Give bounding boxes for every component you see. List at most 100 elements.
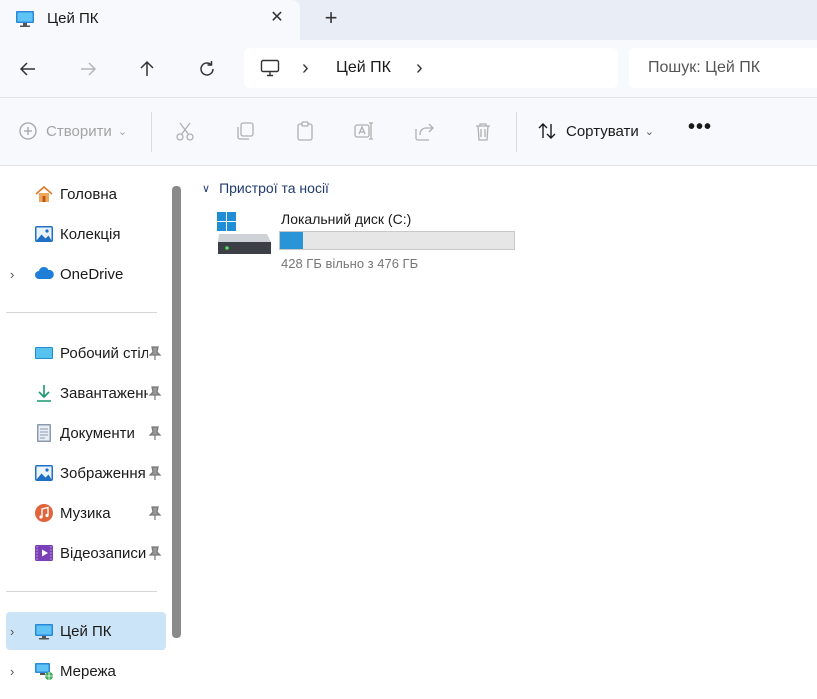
- rename-icon: [354, 122, 373, 140]
- arrow-left-icon: [19, 62, 35, 76]
- search-input[interactable]: Пошук: Цей ПК: [629, 48, 817, 88]
- sidebar-item-label: Завантаження: [60, 385, 148, 402]
- paste-button[interactable]: [293, 119, 317, 143]
- sidebar-item-gallery[interactable]: Колекція: [6, 215, 166, 253]
- drive-name: Локальний диск (C:): [281, 211, 412, 227]
- pin-icon[interactable]: [148, 345, 162, 361]
- sidebar-item-label: Документи: [60, 425, 135, 442]
- sidebar-item-music[interactable]: Музика: [6, 494, 166, 532]
- divider: [516, 112, 517, 152]
- delete-button[interactable]: [471, 119, 495, 143]
- share-icon: [415, 123, 434, 141]
- copy-button[interactable]: [233, 119, 257, 143]
- share-button[interactable]: [412, 119, 436, 143]
- address-bar[interactable]: › Цей ПК ›: [244, 48, 618, 88]
- chevron-right-icon[interactable]: ›: [416, 57, 423, 80]
- search-placeholder: Пошук: Цей ПК: [648, 59, 761, 76]
- arrow-up-icon: [140, 60, 154, 76]
- group-label: Пристрої та носії: [219, 180, 329, 196]
- cloud-icon: [35, 266, 54, 279]
- content-pane: ∨ Пристрої та носії Локальний диск (C:) …: [190, 166, 817, 699]
- sidebar-item-label: Зображення: [60, 465, 146, 482]
- back-button[interactable]: [13, 54, 43, 84]
- plus-circle-icon: [19, 122, 37, 140]
- drive-usage-bar: [279, 231, 515, 250]
- drive-usage-fill: [280, 232, 304, 249]
- navigation-bar: › Цей ПК › Пошук: Цей ПК: [0, 40, 817, 98]
- chevron-right-icon[interactable]: ›: [10, 267, 20, 282]
- music-icon: [35, 504, 53, 522]
- monitor-icon: [260, 59, 280, 77]
- sidebar-item-label: Музика: [60, 505, 111, 522]
- sidebar-item-this-pc[interactable]: › Цей ПК: [6, 612, 166, 650]
- arrow-right-icon: [81, 62, 97, 76]
- chevron-down-icon: ⌄: [117, 125, 128, 138]
- sort-button[interactable]: Сортувати ⌄: [536, 119, 654, 143]
- plus-icon[interactable]: +: [319, 7, 343, 31]
- scissors-icon: [176, 122, 194, 141]
- divider: [6, 312, 157, 313]
- rename-button[interactable]: [352, 119, 376, 143]
- sidebar-item-home[interactable]: Головна: [6, 175, 166, 213]
- tab-this-pc[interactable]: Цей ПК ✕: [0, 0, 300, 40]
- sidebar-item-pictures[interactable]: Зображення: [6, 454, 166, 492]
- forward-button[interactable]: [73, 54, 103, 84]
- sort-label: Сортувати: [566, 122, 639, 140]
- copy-icon: [237, 122, 254, 140]
- up-button[interactable]: [132, 54, 162, 84]
- sidebar-item-desktop[interactable]: Робочий стіл: [6, 334, 166, 372]
- tab-bar: Цей ПК ✕ +: [0, 0, 817, 40]
- sidebar-item-onedrive[interactable]: › OneDrive: [6, 255, 166, 293]
- refresh-button[interactable]: [192, 54, 222, 84]
- sidebar-scrollbar[interactable]: [172, 186, 181, 638]
- download-icon: [37, 385, 51, 402]
- sidebar-item-label: OneDrive: [60, 266, 124, 283]
- pin-icon[interactable]: [148, 465, 162, 481]
- divider: [151, 112, 152, 152]
- network-icon: [35, 663, 53, 680]
- desktop-folder-icon: [35, 347, 53, 359]
- new-label: Створити: [46, 122, 112, 140]
- command-bar: Створити ⌄ Сортувати ⌄ •••: [0, 98, 817, 166]
- sidebar-item-videos[interactable]: Відеозаписи: [6, 534, 166, 572]
- breadcrumb-this-pc[interactable]: Цей ПК: [336, 59, 391, 77]
- chevron-down-icon: ⌄: [644, 125, 655, 138]
- tab-title: Цей ПК: [47, 10, 99, 27]
- drive-item-c[interactable]: Локальний диск (C:) 428 ГБ вільно з 476 …: [216, 210, 516, 272]
- group-header-devices[interactable]: ∨ Пристрої та носії: [202, 180, 329, 196]
- home-icon: [35, 185, 53, 202]
- sidebar-item-label: Робочий стіл: [60, 345, 148, 362]
- new-button[interactable]: Створити ⌄: [18, 120, 127, 142]
- documents-icon: [37, 424, 51, 442]
- sort-icon: [538, 123, 556, 139]
- pc-icon: [16, 11, 34, 27]
- gallery-icon: [35, 226, 53, 242]
- refresh-icon: [200, 61, 214, 76]
- pin-icon[interactable]: [148, 545, 162, 561]
- cut-button[interactable]: [173, 119, 197, 143]
- navigation-pane: Головна Колекція › OneDrive Робочий стіл…: [0, 166, 186, 699]
- more-options-button[interactable]: •••: [686, 117, 714, 143]
- pin-icon[interactable]: [148, 385, 162, 401]
- sidebar-item-downloads[interactable]: Завантаження: [6, 374, 166, 412]
- pictures-icon: [35, 465, 53, 481]
- sidebar-item-documents[interactable]: Документи: [6, 414, 166, 452]
- chevron-right-icon[interactable]: ›: [10, 664, 20, 679]
- close-icon[interactable]: ✕: [267, 8, 287, 28]
- videos-icon: [35, 545, 53, 561]
- chevron-right-icon[interactable]: ›: [302, 57, 309, 80]
- sidebar-item-label: Головна: [60, 186, 117, 203]
- clipboard-icon: [297, 121, 313, 141]
- drive-icon: [217, 212, 271, 254]
- chevron-right-icon[interactable]: ›: [10, 624, 20, 639]
- pc-icon: [35, 624, 53, 640]
- pin-icon[interactable]: [148, 425, 162, 441]
- chevron-down-icon: ∨: [202, 182, 211, 195]
- drive-free-space: 428 ГБ вільно з 476 ГБ: [281, 256, 419, 271]
- sidebar-item-label: Мережа: [60, 663, 116, 680]
- pin-icon[interactable]: [148, 505, 162, 521]
- divider: [6, 591, 157, 592]
- trash-icon: [476, 123, 490, 141]
- sidebar-item-network[interactable]: › Мережа: [6, 652, 166, 690]
- sidebar-item-label: Відеозаписи: [60, 545, 147, 562]
